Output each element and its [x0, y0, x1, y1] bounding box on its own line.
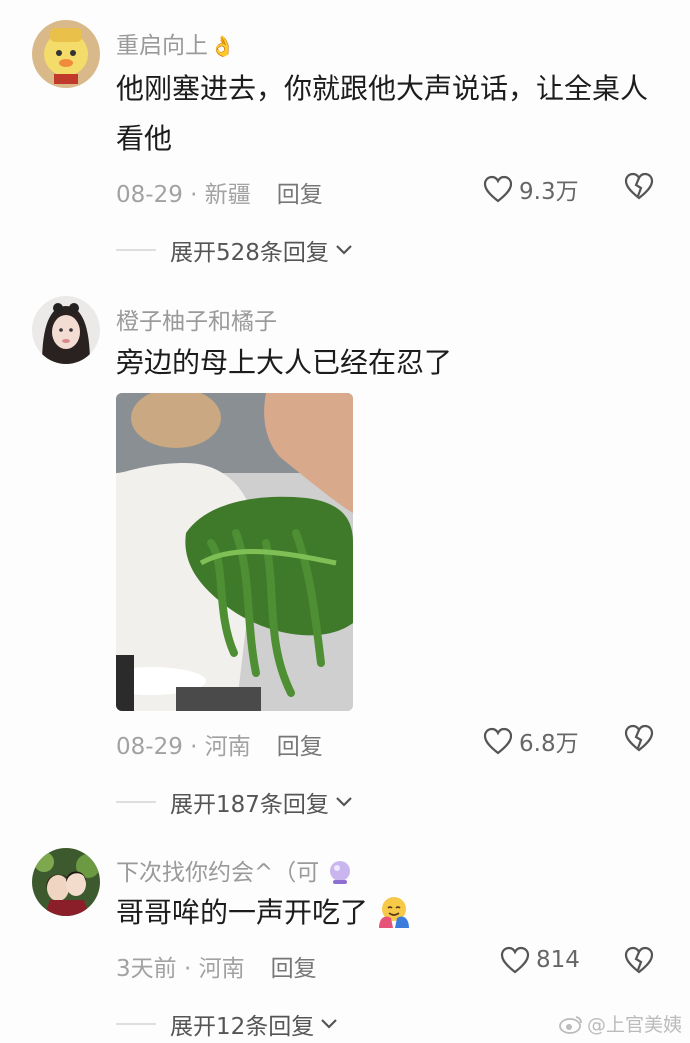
like-button[interactable]: 814	[500, 946, 580, 974]
ok-hand-emoji: 👌	[210, 34, 235, 58]
expand-replies[interactable]: 展开187条回复	[116, 785, 353, 819]
expand-label: 展开187条回复	[170, 792, 329, 818]
comment-meta: 3天前 · 河南 回复	[116, 949, 317, 983]
hugging-face-emoji	[378, 897, 409, 928]
divider-line	[116, 249, 156, 251]
like-button[interactable]: 9.3万	[483, 172, 579, 206]
heart-icon	[483, 727, 513, 755]
comment-text: 他刚塞进去，你就跟他大声说话，让全桌人看他	[116, 72, 649, 155]
dislike-button[interactable]	[624, 946, 654, 978]
avatar[interactable]	[32, 848, 100, 916]
dislike-button[interactable]	[624, 172, 654, 204]
broken-heart-icon	[624, 172, 654, 200]
comment-meta: 08-29 · 新疆 回复	[116, 175, 323, 209]
heart-icon	[500, 946, 530, 974]
crystal-ball-icon	[329, 861, 350, 884]
like-count: 9.3万	[519, 179, 579, 205]
comment-date-location: 3天前 · 河南	[116, 956, 245, 982]
watermark: @上官美姨	[559, 1010, 682, 1037]
expand-replies[interactable]: 展开12条回复	[116, 1007, 338, 1041]
username[interactable]: 橙子柚子和橘子	[116, 302, 277, 336]
comment-meta: 08-29 · 河南 回复	[116, 727, 323, 761]
comment-image[interactable]	[116, 393, 353, 711]
like-count: 6.8万	[519, 731, 579, 757]
like-count: 814	[536, 947, 580, 973]
reply-button[interactable]: 回复	[271, 956, 317, 982]
comment-text: 旁边的母上大人已经在忍了	[116, 346, 453, 379]
expand-label: 展开12条回复	[170, 1014, 315, 1040]
reply-button[interactable]: 回复	[277, 182, 323, 208]
like-button[interactable]: 6.8万	[483, 724, 579, 758]
dislike-button[interactable]	[624, 724, 654, 756]
weibo-logo-icon	[559, 1015, 582, 1034]
chevron-down-icon	[321, 1019, 338, 1029]
expand-label: 展开528条回复	[170, 240, 329, 266]
username[interactable]: 下次找你约会^（可	[116, 853, 353, 887]
heart-icon	[483, 175, 513, 203]
username[interactable]: 重启向上 👌	[116, 26, 235, 60]
divider-line	[116, 1023, 156, 1025]
divider-line	[116, 801, 156, 803]
comment-date-location: 08-29 · 新疆	[116, 182, 251, 208]
avatar[interactable]	[32, 20, 100, 88]
reply-button[interactable]: 回复	[277, 734, 323, 760]
comment-date-location: 08-29 · 河南	[116, 734, 251, 760]
avatar[interactable]	[32, 296, 100, 364]
expand-replies[interactable]: 展开528条回复	[116, 233, 353, 267]
chevron-down-icon	[336, 245, 352, 255]
comment-text: 哥哥哞的一声开吃了	[116, 888, 656, 938]
broken-heart-icon	[624, 724, 654, 752]
chevron-down-icon	[336, 797, 352, 807]
broken-heart-icon	[624, 946, 654, 974]
watermark-text: @上官美姨	[586, 1014, 682, 1036]
